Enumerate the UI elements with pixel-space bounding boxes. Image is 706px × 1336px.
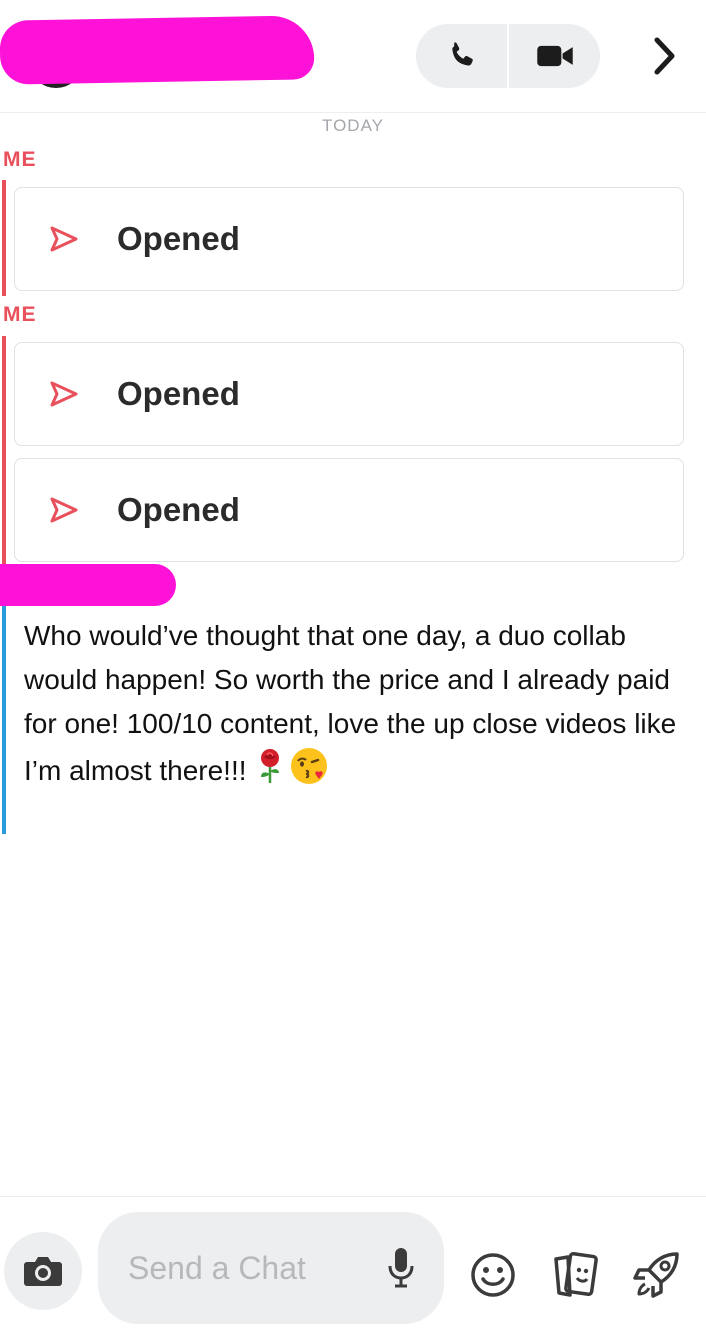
stickers-button[interactable] — [548, 1248, 602, 1302]
footer-divider — [0, 1196, 706, 1197]
incoming-message[interactable]: Who would’ve thought that one day, a duo… — [24, 614, 684, 799]
camera-icon — [24, 1257, 62, 1286]
smiley-icon — [471, 1253, 515, 1297]
snap-message[interactable]: Opened — [14, 187, 684, 291]
open-profile-button[interactable] — [640, 32, 688, 80]
sticker-cards-icon — [554, 1252, 598, 1297]
message-text: Who would’ve thought that one day, a duo… — [24, 620, 677, 786]
sender-label: ME — [3, 148, 37, 171]
header-divider — [0, 112, 706, 113]
games-button[interactable] — [630, 1248, 684, 1302]
microphone-button[interactable] — [386, 1246, 416, 1290]
camera-button[interactable] — [4, 1232, 82, 1310]
sent-accent-bar — [2, 336, 6, 566]
redacted-sender-name — [0, 564, 176, 606]
rocket-icon — [633, 1252, 679, 1298]
chevron-right-icon — [654, 37, 675, 75]
received-accent-bar — [2, 606, 6, 834]
microphone-icon — [388, 1248, 414, 1288]
sent-accent-bar — [2, 180, 6, 296]
phone-icon — [451, 42, 473, 66]
rose-emoji — [255, 748, 285, 797]
emoji-button[interactable] — [466, 1248, 520, 1302]
face-blowing-a-kiss-emoji — [289, 746, 329, 799]
call-buttons-group — [416, 24, 600, 88]
snap-status: Opened — [117, 375, 240, 412]
send-arrow-icon — [49, 379, 79, 409]
snap-message[interactable]: Opened — [14, 458, 684, 562]
send-arrow-icon — [49, 495, 79, 525]
snap-status: Opened — [117, 491, 240, 528]
video-camera-icon — [536, 45, 573, 67]
send-arrow-icon — [49, 224, 79, 254]
redacted-contact-name — [0, 15, 315, 85]
chat-input-container — [98, 1212, 444, 1324]
send-chat-input[interactable] — [128, 1249, 368, 1287]
sender-label: ME — [3, 303, 37, 326]
voice-call-button[interactable] — [416, 24, 507, 88]
day-label: TODAY — [322, 116, 384, 135]
chat-header — [0, 0, 706, 112]
snap-status: Opened — [117, 220, 240, 257]
video-call-button[interactable] — [509, 24, 600, 88]
snap-message[interactable]: Opened — [14, 342, 684, 446]
